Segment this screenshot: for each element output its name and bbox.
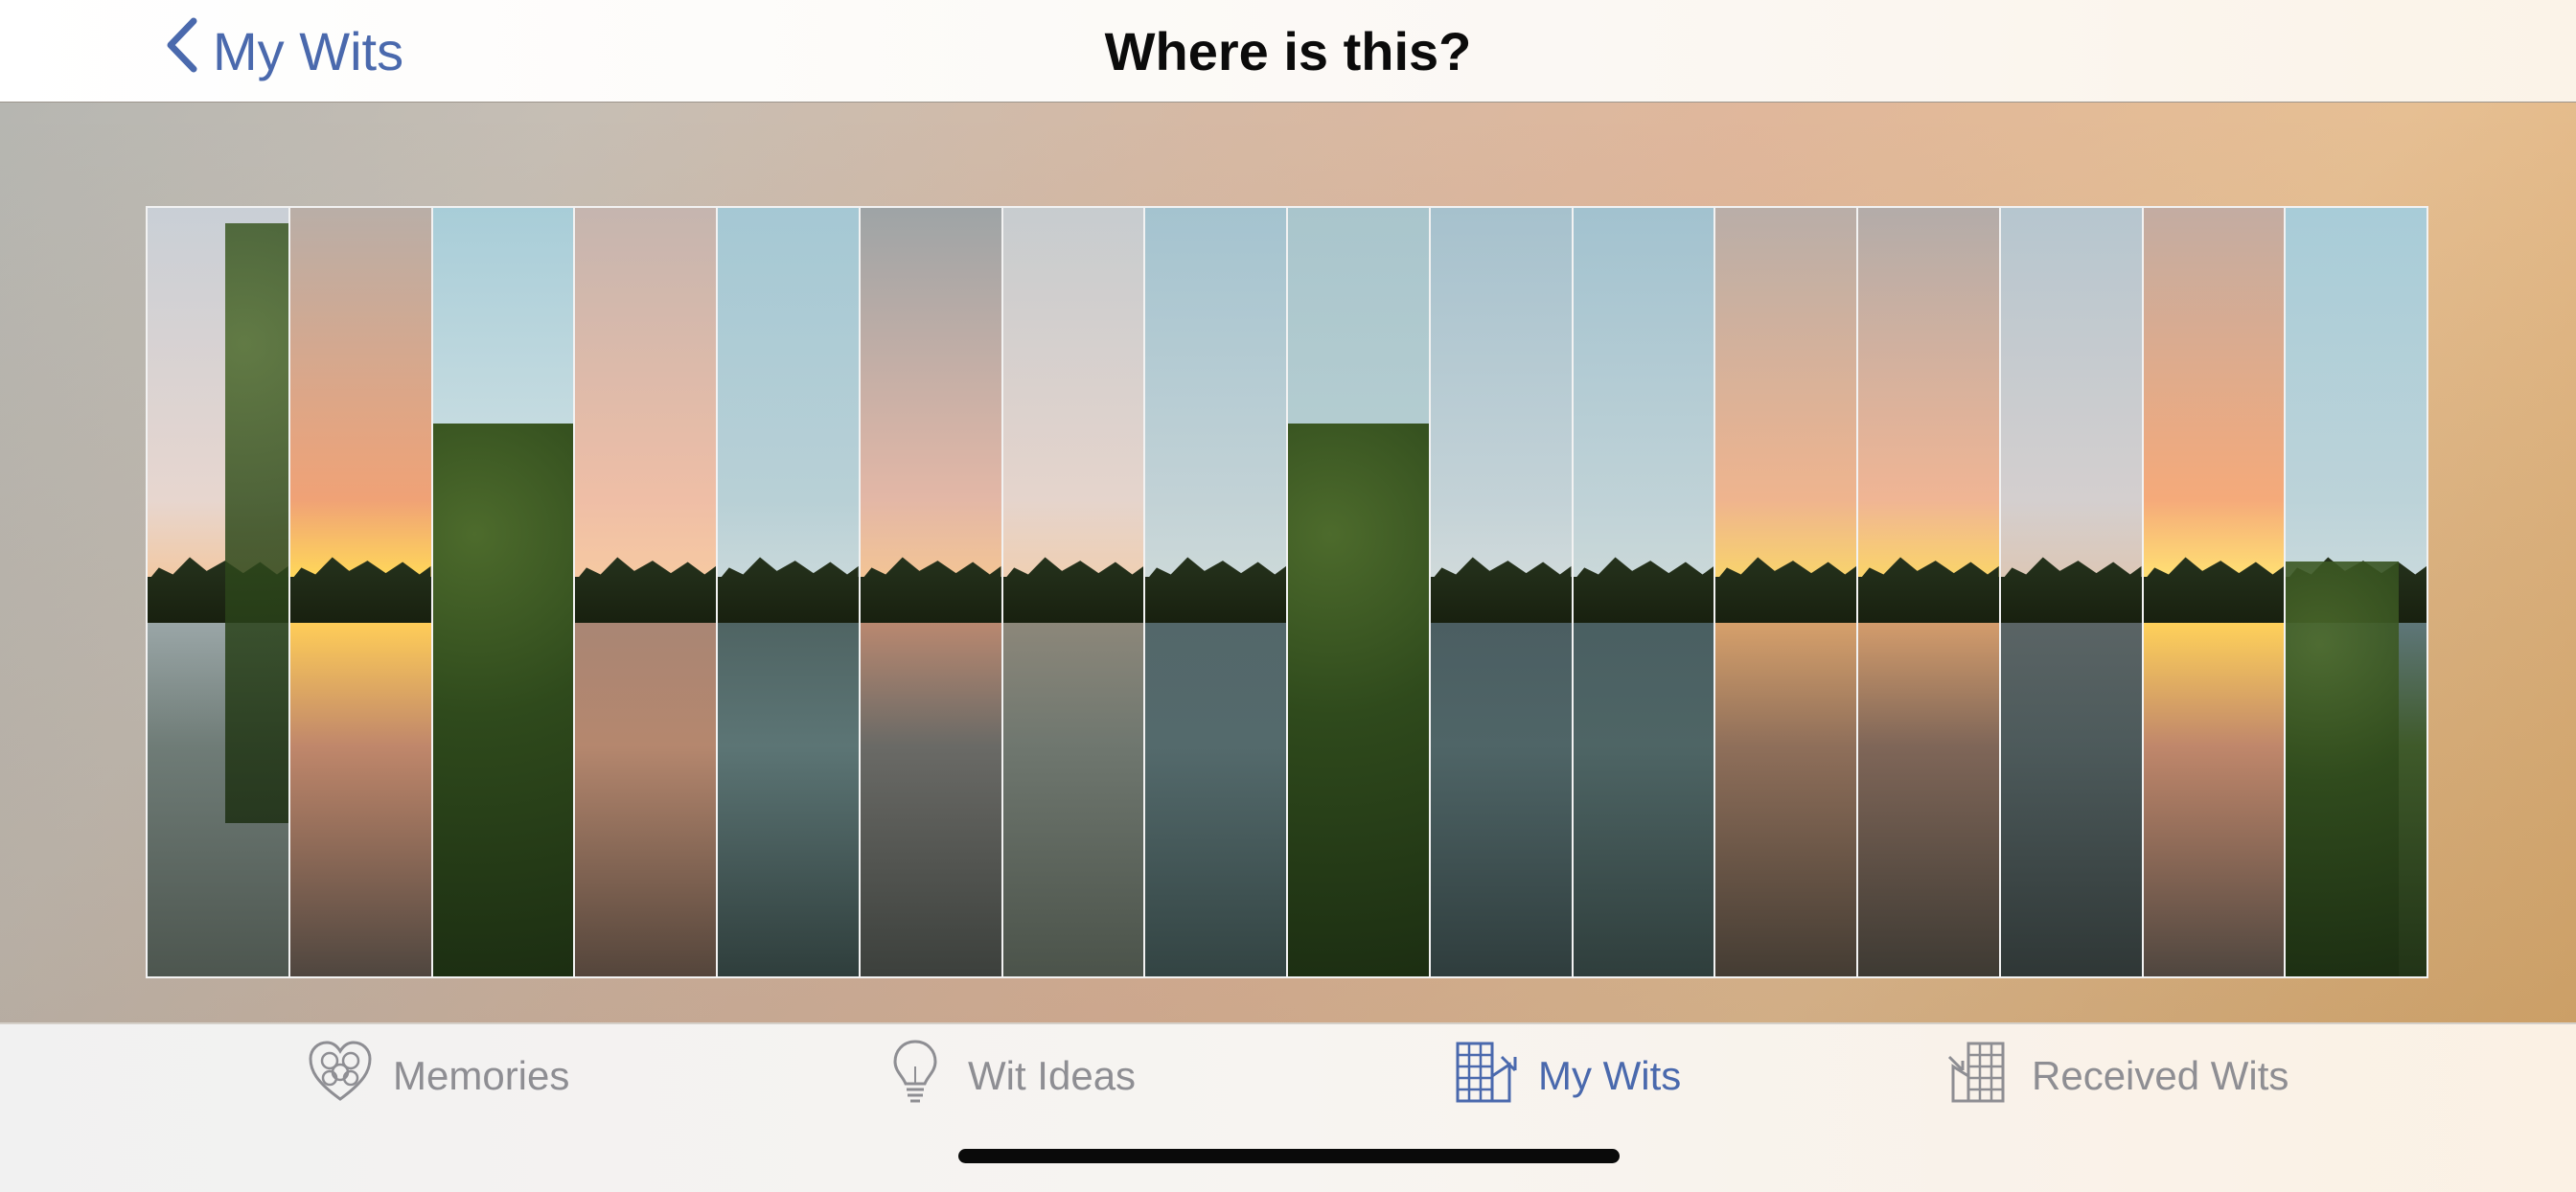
content-area (0, 103, 2576, 1022)
foliage (2286, 561, 2399, 976)
panorama-strip (575, 208, 716, 976)
treeline (1715, 557, 1856, 624)
building-icon (1452, 1038, 1519, 1114)
lightbulb-icon (882, 1038, 949, 1114)
foliage (224, 223, 288, 823)
tab-label-wit-ideas: Wit Ideas (968, 1053, 1137, 1098)
treeline (1858, 557, 1999, 624)
panorama-strip (1715, 208, 1856, 976)
tab-received-wits[interactable]: Received Wits (1945, 1042, 2288, 1111)
home-indicator[interactable] (958, 1149, 1620, 1163)
navigation-bar: My Wits Where is this? (0, 0, 2576, 103)
panorama-strip (1288, 208, 1429, 976)
received-building-icon (1945, 1038, 2012, 1114)
tab-bar: Memories Wit Ideas My Wits Received Wits (0, 1022, 2576, 1192)
page-title: Where is this? (1104, 20, 1472, 81)
panorama-strip (1858, 208, 1999, 976)
heart-icon (307, 1038, 374, 1114)
treeline (1573, 557, 1714, 624)
treeline (718, 557, 859, 624)
tab-my-wits[interactable]: My Wits (1452, 1042, 1681, 1111)
panorama-strip (860, 208, 1001, 976)
panorama-strip (432, 208, 574, 976)
foliage (432, 423, 574, 976)
panorama-strip (718, 208, 859, 976)
treeline (1002, 557, 1144, 624)
tab-wit-ideas[interactable]: Wit Ideas (882, 1040, 1137, 1111)
panorama-strip (1430, 208, 1572, 976)
tab-label-my-wits: My Wits (1538, 1053, 1682, 1098)
panorama-strip (2286, 208, 2426, 976)
treeline (860, 557, 1001, 624)
tab-label-received-wits: Received Wits (2032, 1053, 2289, 1098)
treeline (575, 557, 716, 624)
foliage (1288, 423, 1429, 976)
tab-memories[interactable]: Memories (307, 1041, 570, 1111)
tab-label-memories: Memories (393, 1053, 570, 1098)
panorama-strip (1145, 208, 1286, 976)
panorama-strip (2000, 208, 2142, 976)
panorama-strip (2143, 208, 2285, 976)
panorama-strip (148, 208, 288, 976)
panorama-image[interactable] (146, 206, 2428, 978)
treeline (1430, 557, 1572, 624)
treeline (2143, 557, 2285, 624)
panorama-strip (1573, 208, 1714, 976)
panorama-strip (1002, 208, 1144, 976)
treeline (289, 557, 431, 624)
panorama-strip (289, 208, 431, 976)
treeline (1145, 557, 1286, 624)
treeline (2000, 557, 2142, 624)
